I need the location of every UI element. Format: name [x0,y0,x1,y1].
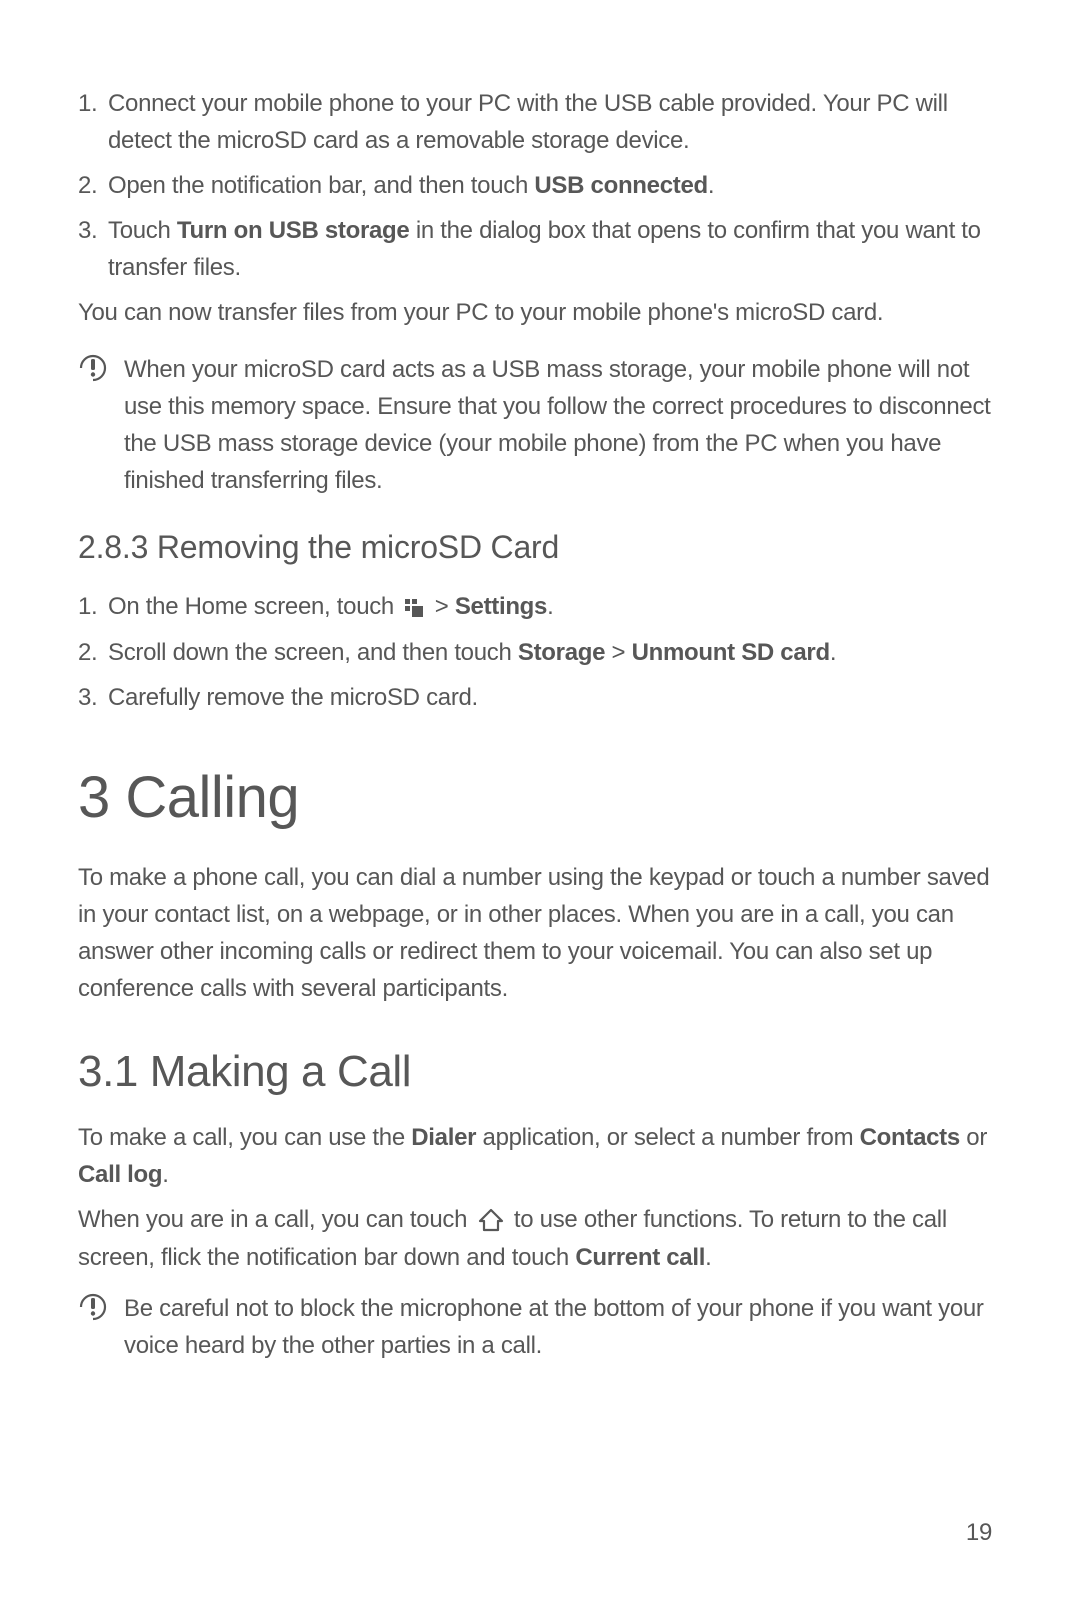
home-icon [478,1202,504,1239]
step-number: 1. [78,588,108,626]
caution-icon [78,1290,124,1364]
text: Scroll down the screen, and then touch [108,639,518,666]
step-text: Touch Turn on USB storage in the dialog … [108,212,1002,286]
text: or [960,1124,987,1151]
chapter-heading-3: 3 Calling [78,764,1002,831]
bold-text: Unmount SD card [632,639,830,666]
note-text: When your microSD card acts as a USB mas… [124,351,1002,499]
section-heading-283: 2.8.3 Removing the microSD Card [78,529,1002,566]
remove-step-3: 3. Carefully remove the microSD card. [78,679,1002,716]
making-call-para-2: When you are in a call, you can touch to… [78,1201,1002,1276]
step-text: Carefully remove the microSD card. [108,679,1002,716]
caution-icon [78,351,124,499]
text: To make a call, you can use the [78,1124,411,1151]
remove-step-2: 2. Scroll down the screen, and then touc… [78,634,1002,671]
text: . [162,1161,168,1188]
bold-text: Contacts [860,1124,960,1151]
text: Open the notification bar, and then touc… [108,172,534,199]
remove-step-1: 1. On the Home screen, touch > Settings. [78,588,1002,626]
step-number: 2. [78,634,108,671]
bold-text: Call log [78,1161,162,1188]
step-text: Scroll down the screen, and then touch S… [108,634,1002,671]
text: > [605,639,631,666]
text: . [708,172,714,199]
text: . [547,593,553,620]
section-heading-31: 3.1 Making a Call [78,1047,1002,1097]
step-1: 1. Connect your mobile phone to your PC … [78,85,1002,159]
making-call-para-1: To make a call, you can use the Dialer a… [78,1119,1002,1193]
calling-intro-paragraph: To make a phone call, you can dial a num… [78,859,1002,1007]
step-number: 1. [78,85,108,159]
apps-grid-icon [404,589,424,626]
bold-text: Turn on USB storage [177,217,410,244]
text: application, or select a number from [476,1124,859,1151]
step-number: 3. [78,679,108,716]
step-number: 3. [78,212,108,286]
transfer-paragraph: You can now transfer files from your PC … [78,294,1002,331]
bold-text: USB connected [534,172,707,199]
step-number: 2. [78,167,108,204]
bold-text: Storage [518,639,605,666]
text: . [705,1244,711,1271]
note-text: Be careful not to block the microphone a… [124,1290,1002,1364]
step-text: Connect your mobile phone to your PC wit… [108,85,1002,159]
step-3: 3. Touch Turn on USB storage in the dial… [78,212,1002,286]
step-2: 2. Open the notification bar, and then t… [78,167,1002,204]
text: > [428,593,454,620]
step-text: On the Home screen, touch > Settings. [108,588,1002,626]
note-block: Be careful not to block the microphone a… [78,1290,1002,1364]
bold-text: Dialer [411,1124,476,1151]
bold-text: Settings [455,593,547,620]
step-text: Open the notification bar, and then touc… [108,167,1002,204]
text: . [830,639,836,666]
page-number: 19 [966,1519,992,1547]
text: On the Home screen, touch [108,593,400,620]
bold-text: Current call [575,1244,705,1271]
note-block: When your microSD card acts as a USB mas… [78,351,1002,499]
text: Touch [108,217,177,244]
text: When you are in a call, you can touch [78,1206,474,1233]
